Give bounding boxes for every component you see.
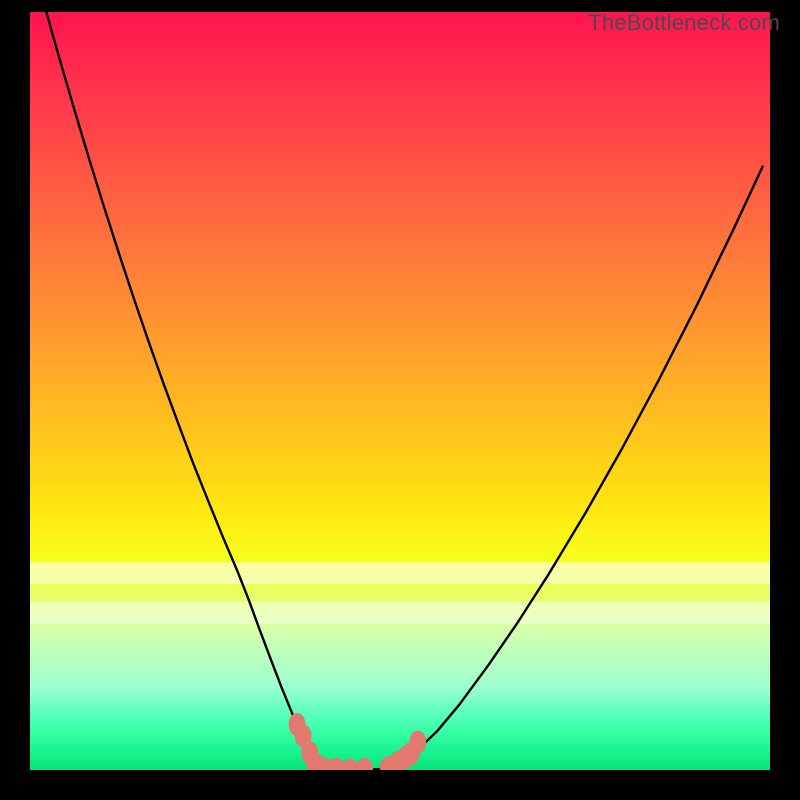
bottleneck-curve (45, 12, 763, 770)
data-markers (289, 713, 427, 770)
data-marker (341, 759, 358, 771)
curves-layer (30, 12, 770, 770)
data-marker (356, 758, 373, 770)
watermark-text: TheBottleneck.com (588, 10, 780, 36)
data-marker (409, 731, 426, 754)
bottleneck-curve-path (45, 12, 763, 770)
chart-frame: TheBottleneck.com (0, 0, 800, 800)
